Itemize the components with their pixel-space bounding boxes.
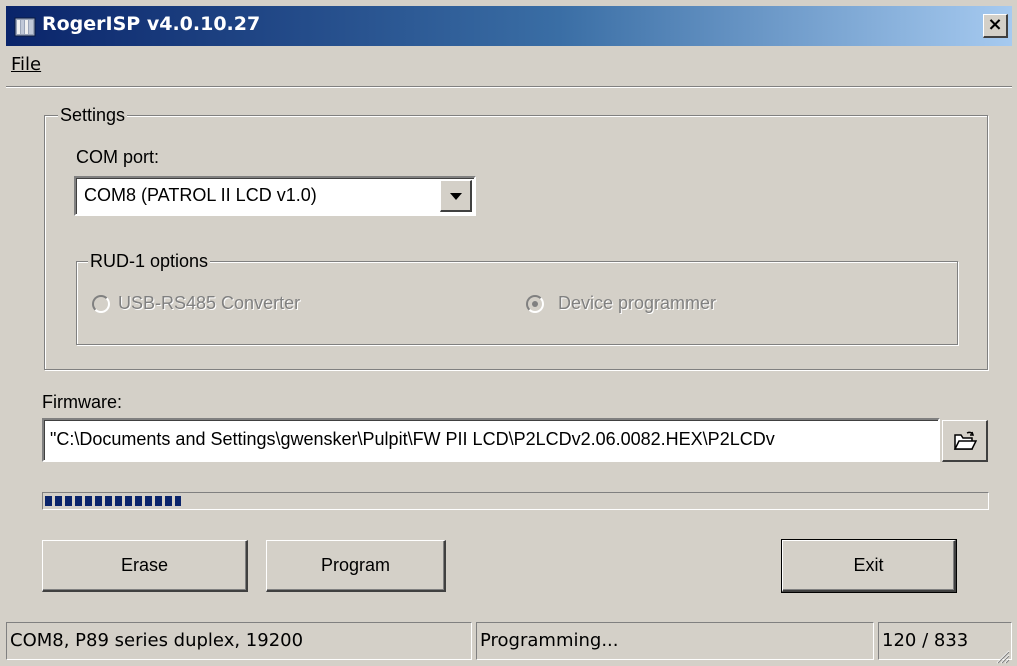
com-port-value: COM8 (PATROL II LCD v1.0) [84,185,317,205]
progress-fill [45,496,181,506]
settings-group-label: Settings [58,104,128,126]
firmware-path-value: "C:\Documents and Settings\gwensker\Pulp… [50,429,775,449]
browse-button[interactable] [942,420,988,462]
menu-bar: File [6,48,1012,84]
app-icon [14,17,36,37]
menu-divider [6,86,1012,88]
exit-button[interactable]: Exit [781,539,957,593]
close-icon: × [987,14,1003,35]
progress-bar [42,492,989,510]
rogerisp-window: RogerISP v4.0.10.27 × File Settings COM … [0,0,1017,666]
device-programmer-label: Device programmer [558,293,717,313]
rud1-options-label: RUD-1 options [88,250,211,272]
device-programmer-radio[interactable] [526,295,544,313]
com-port-select[interactable]: COM8 (PATROL II LCD v1.0) [74,176,476,216]
resize-grip-icon[interactable] [996,650,1010,664]
status-connection: COM8, P89 series duplex, 19200 [6,622,472,660]
com-port-dropdown-button[interactable] [440,180,472,212]
status-bar: COM8, P89 series duplex, 19200 Programmi… [6,622,1012,660]
firmware-label: Firmware: [42,392,122,412]
usb-rs485-label: USB-RS485 Converter [118,293,301,313]
status-count: 120 / 833 [878,622,1012,660]
folder-open-icon [953,431,977,450]
chevron-down-icon [450,193,462,200]
erase-button[interactable]: Erase [42,540,248,592]
program-button[interactable]: Program [266,540,446,592]
firmware-path-input[interactable]: "C:\Documents and Settings\gwensker\Pulp… [42,418,940,462]
window-title: RogerISP v4.0.10.27 [42,13,261,35]
title-bar[interactable]: RogerISP v4.0.10.27 × [6,6,1012,46]
menu-file-label: File [11,54,42,75]
com-port-label: COM port: [76,147,160,167]
status-state: Programming... [476,622,874,660]
close-button[interactable]: × [983,14,1008,38]
menu-file[interactable]: File [11,54,41,75]
usb-rs485-radio[interactable] [92,295,110,313]
